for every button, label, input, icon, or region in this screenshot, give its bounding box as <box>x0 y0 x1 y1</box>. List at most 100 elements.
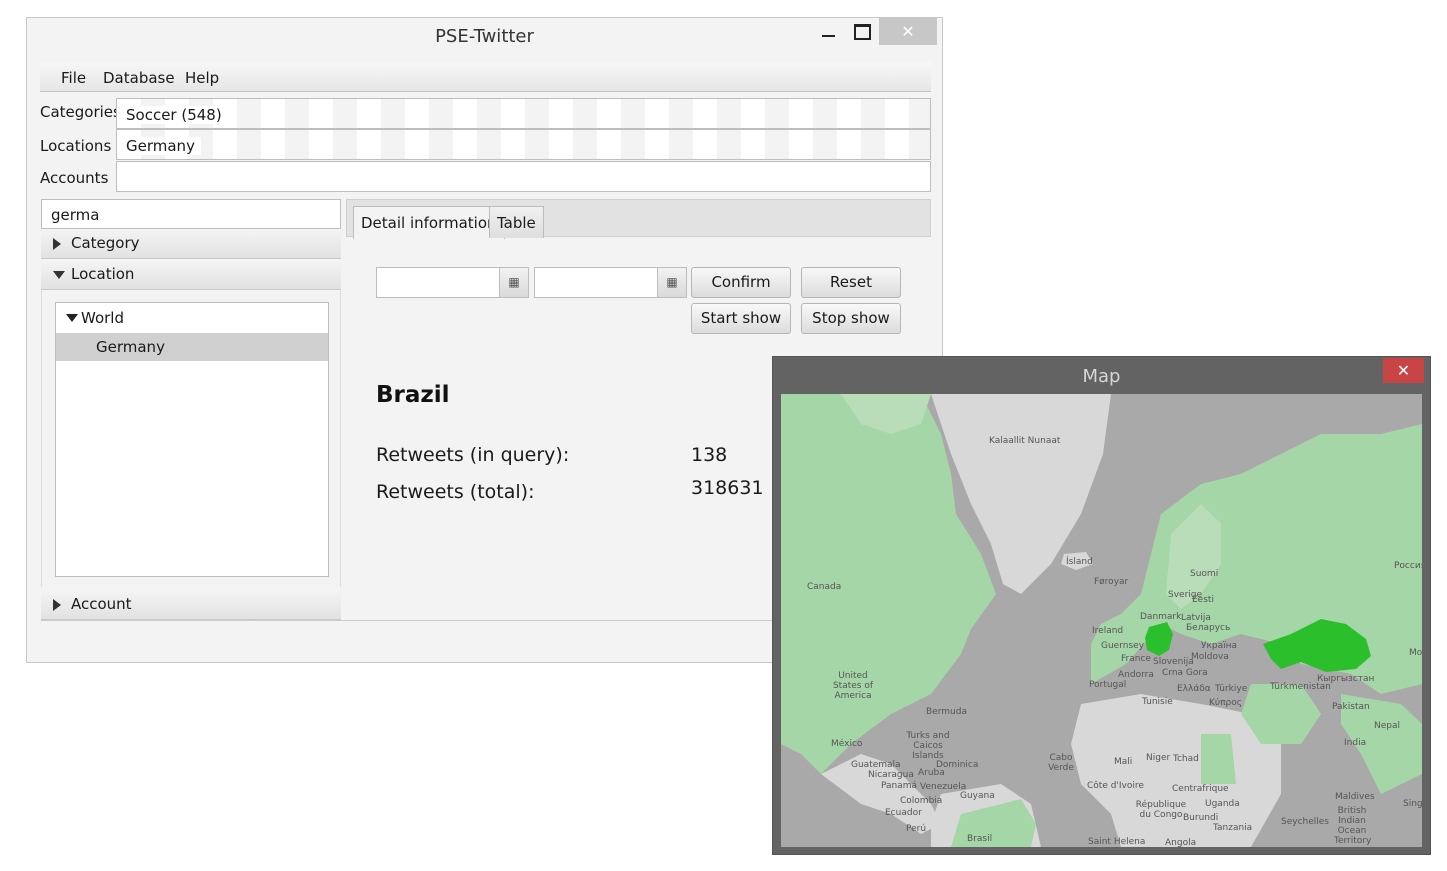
tab-table[interactable]: Table <box>489 206 544 238</box>
map-label: Turks and Caicos Islands <box>906 731 950 761</box>
map-label: Saint Helena <box>1088 837 1146 847</box>
menu-file[interactable]: File <box>61 69 86 87</box>
reset-button[interactable]: Reset <box>801 267 901 298</box>
tree-item-germany-label: Germany <box>96 338 165 356</box>
map-label: Kalaallit Nunaat <box>989 436 1061 446</box>
map-label: Aruba <box>918 768 945 778</box>
retweets-total-label: Retweets (total): <box>376 481 535 503</box>
map-label: Россия <box>1394 561 1422 571</box>
map-label: México <box>831 739 863 749</box>
map-label: Кыргызстан <box>1317 674 1375 684</box>
chevron-right-icon <box>53 238 61 250</box>
chevron-down-icon <box>53 271 65 279</box>
map-label: Guatemala <box>851 760 901 770</box>
tree-item-germany[interactable]: Germany <box>56 333 328 361</box>
map-label: Mo <box>1409 648 1422 658</box>
map-label: British Indian Ocean Territory <box>1334 806 1372 846</box>
tree-item-world[interactable]: World <box>56 304 328 332</box>
map-label: Nicaragua <box>868 770 914 780</box>
map-label: Suomi <box>1190 569 1219 579</box>
map-label: Colombia <box>900 796 943 806</box>
window-title: PSE-Twitter <box>435 26 534 47</box>
start-date-input[interactable]: ▦ <box>376 267 529 298</box>
map-label: Ísland <box>1066 557 1093 567</box>
map-label: Canada <box>807 582 842 592</box>
map-label: Ecuador <box>885 808 922 818</box>
map-window: Map ✕ Kalaallit Nunaat Canada Ísland Før… <box>772 356 1431 855</box>
locations-label: Locations <box>40 137 112 155</box>
category-section-header[interactable]: Category <box>41 229 341 259</box>
account-section-header[interactable]: Account <box>41 590 341 620</box>
locations-value: Germany <box>126 137 201 155</box>
map-label: Tchad <box>1173 754 1199 764</box>
world-map[interactable]: Kalaallit Nunaat Canada Ísland Føroyar S… <box>781 394 1422 847</box>
map-label: United States of America <box>832 671 874 701</box>
map-label: Crna Gora <box>1162 668 1208 678</box>
map-label: Centrafrique <box>1172 784 1229 794</box>
confirm-button[interactable]: Confirm <box>691 267 791 298</box>
map-label: Guernsey <box>1101 641 1145 651</box>
tab-bar: Detail information Table <box>346 199 931 239</box>
calendar-icon[interactable]: ▦ <box>657 268 686 297</box>
account-section-label: Account <box>71 595 132 613</box>
chevron-right-icon <box>53 599 61 611</box>
retweets-query-value: 138 <box>691 444 728 466</box>
minimize-button[interactable] <box>815 18 841 46</box>
map-label: Côte d'Ivoire <box>1087 781 1144 791</box>
map-label: Cabo Verde <box>1048 753 1074 773</box>
tab-detail-information[interactable]: Detail information <box>353 206 505 239</box>
calendar-icon[interactable]: ▦ <box>499 268 528 297</box>
map-label: Tunisie <box>1142 697 1173 707</box>
accounts-label: Accounts <box>40 169 109 187</box>
map-label: Tanzania <box>1213 823 1253 833</box>
title-bar[interactable]: PSE-Twitter ✕ <box>27 18 942 54</box>
map-label: Danmark <box>1140 612 1182 622</box>
map-label: Беларусь <box>1186 623 1231 633</box>
retweets-total-value: 318631 <box>691 477 764 499</box>
map-label: Україна <box>1201 641 1238 651</box>
map-label: Føroyar <box>1094 577 1129 587</box>
menu-help[interactable]: Help <box>185 69 219 87</box>
map-label: Κύπρος <box>1209 698 1243 708</box>
end-date-input[interactable]: ▦ <box>534 267 687 298</box>
location-tree[interactable]: World Germany <box>55 302 329 577</box>
map-label: Uganda <box>1205 799 1240 809</box>
detail-country-title: Brazil <box>376 382 450 408</box>
map-label: Seychelles <box>1281 817 1329 827</box>
map-label: Eesti <box>1192 595 1214 605</box>
start-show-button[interactable]: Start show <box>691 303 791 334</box>
map-label: Angola <box>1165 838 1197 847</box>
location-section-header[interactable]: Location <box>41 260 341 290</box>
category-section-label: Category <box>71 234 140 252</box>
map-label: Panamá <box>881 781 918 791</box>
map-close-button[interactable]: ✕ <box>1383 358 1424 383</box>
locations-field[interactable]: Germany <box>116 129 931 160</box>
accounts-field[interactable] <box>116 161 931 192</box>
search-input[interactable]: germa <box>41 199 341 229</box>
map-label: India <box>1344 738 1367 748</box>
map-label: France <box>1121 654 1151 664</box>
map-label: Burundi <box>1183 813 1219 823</box>
map-label: Moldova <box>1191 652 1229 662</box>
map-label: Pakistan <box>1332 702 1370 712</box>
categories-value: Soccer (548) <box>126 106 228 124</box>
map-label: Andorra <box>1118 670 1154 680</box>
map-window-title: Map <box>1082 366 1121 387</box>
map-label: Nepal <box>1374 721 1400 731</box>
map-label: Bermuda <box>926 707 967 717</box>
map-sudan <box>1201 734 1236 784</box>
map-label: Niger <box>1146 753 1171 763</box>
maximize-button[interactable] <box>848 18 874 46</box>
tree-item-world-label: World <box>81 309 124 327</box>
map-label: Latvija <box>1181 613 1211 623</box>
chevron-down-icon[interactable] <box>66 314 78 322</box>
stop-show-button[interactable]: Stop show <box>801 303 901 334</box>
categories-field[interactable]: Soccer (548) <box>116 98 931 129</box>
map-label: Guyana <box>960 791 995 801</box>
map-label: Slovenija <box>1153 657 1194 667</box>
menu-bar: File Database Help <box>40 62 931 92</box>
menu-database[interactable]: Database <box>103 69 175 87</box>
map-label: Ελλάδα <box>1177 684 1211 694</box>
map-label: Ireland <box>1092 626 1124 636</box>
close-button[interactable]: ✕ <box>879 18 937 45</box>
